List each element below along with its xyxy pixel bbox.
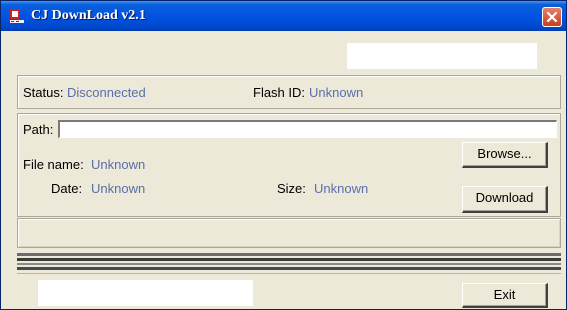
file-name-value: Unknown — [91, 157, 146, 172]
divider-line — [17, 263, 561, 265]
browse-button[interactable]: Browse... — [462, 142, 548, 168]
window-title: CJ DownLoad v2.1 — [31, 8, 146, 23]
close-button[interactable] — [542, 7, 562, 27]
size-label: Size: — [277, 181, 306, 196]
path-label: Path: — [23, 122, 54, 137]
divider-line — [17, 273, 561, 274]
title-bar[interactable]: CJ DownLoad v2.1 — [1, 1, 566, 31]
exit-button[interactable]: Exit — [462, 283, 548, 308]
bottom-info-field — [38, 280, 253, 306]
status-label: Status: — [23, 85, 64, 100]
progress-area — [17, 218, 561, 248]
app-window: CJ DownLoad v2.1 Status: Disconnected Fl… — [0, 0, 567, 310]
download-button[interactable]: Download — [462, 186, 548, 213]
size-value: Unknown — [314, 181, 369, 196]
date-value: Unknown — [91, 181, 146, 196]
date-label: Date: — [51, 181, 83, 196]
app-icon — [9, 8, 25, 24]
close-x-icon — [546, 11, 558, 23]
flash-id-label: Flash ID: — [253, 85, 306, 100]
top-info-field — [347, 43, 537, 69]
flash-id-value: Unknown — [309, 85, 364, 100]
file-name-label: File name: — [23, 157, 84, 172]
divider-line — [17, 258, 561, 261]
path-input[interactable] — [58, 120, 557, 138]
divider-line — [17, 253, 561, 256]
divider-line — [17, 267, 561, 270]
status-value: Disconnected — [67, 85, 146, 100]
